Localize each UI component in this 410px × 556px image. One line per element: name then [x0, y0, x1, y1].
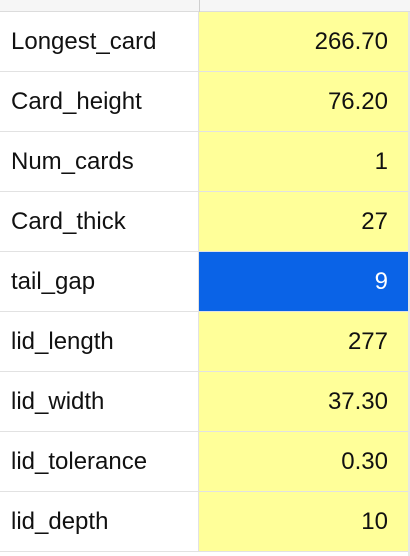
parameter-name-cell[interactable]: lid_width [0, 372, 199, 431]
table-row: tail_gap 9 [0, 252, 410, 312]
table-row: lid_width 37.30 [0, 372, 410, 432]
parameter-name-cell[interactable]: tail_gap [0, 252, 199, 311]
column-divider [199, 0, 200, 12]
parameter-value-cell[interactable]: 27 [199, 192, 410, 251]
parameter-value-cell[interactable]: 37.30 [199, 372, 410, 431]
spreadsheet: Longest_card 266.70 Card_height 76.20 Nu… [0, 0, 410, 556]
table-row: Card_height 76.20 [0, 72, 410, 132]
parameter-value-cell[interactable]: 266.70 [199, 12, 410, 71]
table-row: lid_length 277 [0, 312, 410, 372]
parameter-value-cell[interactable]: 277 [199, 312, 410, 371]
parameter-name-cell[interactable]: lid_depth [0, 492, 199, 551]
parameter-name-cell[interactable]: Longest_card [0, 12, 199, 71]
header-strip [0, 0, 410, 12]
table-row: Card_thick 27 [0, 192, 410, 252]
parameter-table: Longest_card 266.70 Card_height 76.20 Nu… [0, 12, 410, 552]
table-row: lid_tolerance 0.30 [0, 432, 410, 492]
table-row: lid_depth 10 [0, 492, 410, 552]
parameter-name-cell[interactable]: Card_thick [0, 192, 199, 251]
selected-value-cell[interactable]: 9 [199, 252, 410, 311]
parameter-value-cell[interactable]: 1 [199, 132, 410, 191]
parameter-name-cell[interactable]: lid_tolerance [0, 432, 199, 491]
table-row: Num_cards 1 [0, 132, 410, 192]
parameter-value-cell[interactable]: 10 [199, 492, 410, 551]
parameter-name-cell[interactable]: Card_height [0, 72, 199, 131]
parameter-value-cell[interactable]: 0.30 [199, 432, 410, 491]
parameter-name-cell[interactable]: Num_cards [0, 132, 199, 191]
table-row: Longest_card 266.70 [0, 12, 410, 72]
parameter-value-cell[interactable]: 76.20 [199, 72, 410, 131]
parameter-name-cell[interactable]: lid_length [0, 312, 199, 371]
